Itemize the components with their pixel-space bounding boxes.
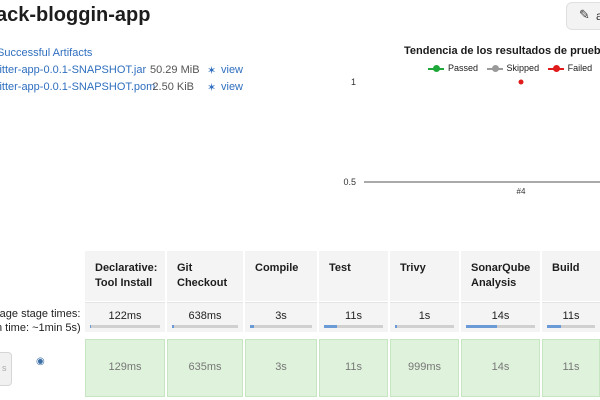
- build-badge-text: s: [2, 363, 7, 373]
- average-times-label: rage stage times: n time: ~1min 5s): [0, 307, 81, 335]
- avg-bar-fill: [250, 325, 255, 328]
- stage-run-cell[interactable]: 129ms: [85, 339, 165, 397]
- stage-average: 11s: [542, 302, 600, 332]
- legend-dot: [491, 65, 499, 72]
- stage-run-cell[interactable]: 11s: [542, 339, 600, 397]
- stage-average: 3s: [245, 302, 317, 332]
- avg-label-line: rage stage times:: [0, 308, 81, 320]
- view-link[interactable]: view: [221, 64, 243, 76]
- stage-run-cell[interactable]: 11s: [319, 339, 388, 397]
- stage-header: Build: [542, 251, 600, 301]
- artifact-size: 2.50 KiB: [152, 81, 194, 93]
- stage-name: Declarative:: [95, 262, 158, 274]
- run-duration: 635ms: [188, 361, 222, 373]
- stage-name: Build: [552, 262, 580, 274]
- run-duration: 14s: [491, 361, 510, 373]
- build-badge[interactable]: s: [0, 352, 12, 386]
- avg-bar-fill: [90, 325, 91, 328]
- stage-header: SonarQube Analysis: [461, 251, 540, 301]
- avg-value: 638ms: [188, 310, 222, 322]
- stage-header: Test: [319, 251, 388, 301]
- legend-dot: [552, 65, 560, 72]
- stage-name: Checkout: [177, 277, 228, 289]
- chart-title: Tendencia de los resultados de prueb: [404, 45, 600, 57]
- stage-name: Analysis: [471, 277, 517, 289]
- run-duration: 3s: [275, 361, 287, 373]
- avg-bar: [250, 325, 312, 328]
- run-duration: 129ms: [108, 361, 142, 373]
- avg-bar: [547, 325, 595, 328]
- avg-bar-fill: [547, 325, 562, 328]
- artifact-link[interactable]: litter-app-0.0.1-SNAPSHOT.pom: [0, 81, 155, 93]
- stage-average: 1s: [390, 302, 459, 332]
- avg-bar: [466, 325, 535, 328]
- avg-value: 14s: [491, 310, 510, 322]
- artifact-link[interactable]: litter-app-0.0.1-SNAPSHOT.jar: [0, 64, 146, 76]
- fingerprint-icon[interactable]: ✶: [207, 64, 216, 77]
- edit-description-button[interactable]: ✎ a: [566, 2, 600, 30]
- avg-label-line: n time: ~1min 5s): [0, 322, 81, 334]
- stage-run-cell[interactable]: 14s: [461, 339, 540, 397]
- run-duration: 999ms: [407, 361, 442, 373]
- avg-bar: [324, 325, 383, 328]
- avg-bar-fill: [172, 325, 174, 328]
- edit-button-label: a: [596, 9, 600, 23]
- stage-average: 11s: [319, 302, 388, 332]
- test-trend-chart: 1 0.5 #4: [343, 77, 600, 196]
- expand-circle-icon[interactable]: ◉: [36, 356, 45, 367]
- x-tick-label: #4: [517, 187, 526, 196]
- run-duration: 11s: [562, 361, 580, 373]
- avg-bar: [90, 325, 160, 328]
- y-tick-label: 0.5: [343, 177, 356, 187]
- stage-header: Compile: [245, 251, 317, 301]
- stage-header: Git Checkout: [167, 251, 243, 301]
- fingerprint-icon[interactable]: ✶: [207, 81, 216, 94]
- pencil-icon: ✎: [579, 7, 590, 22]
- stage-average: 638ms: [167, 302, 243, 332]
- avg-bar: [172, 325, 238, 328]
- avg-value: 1s: [418, 310, 431, 322]
- stage-name: Tool Install: [95, 277, 153, 289]
- artifact-size: 50.29 MiB: [150, 64, 200, 76]
- avg-value: 3s: [275, 310, 287, 322]
- view-link[interactable]: view: [221, 81, 243, 93]
- artifacts-heading[interactable]: Successful Artifacts: [0, 47, 92, 59]
- stage-name: Compile: [255, 262, 299, 274]
- stage-name: Test: [329, 262, 351, 274]
- stage-name: Git: [177, 262, 193, 274]
- avg-value: 11s: [345, 310, 362, 322]
- avg-value: 11s: [562, 310, 580, 322]
- legend-dot: [433, 65, 440, 72]
- stage-name: SonarQube: [471, 262, 531, 274]
- avg-bar-fill: [466, 325, 498, 328]
- avg-value: 122ms: [108, 310, 142, 322]
- y-tick-label: 1: [351, 77, 356, 87]
- stage-name: Trivy: [400, 262, 426, 274]
- stage-header: Declarative: Tool Install: [85, 251, 165, 301]
- run-duration: 11s: [345, 361, 362, 373]
- avg-bar-fill: [324, 325, 337, 328]
- stage-run-cell[interactable]: 635ms: [167, 339, 243, 397]
- stage-run-cell[interactable]: 3s: [245, 339, 317, 397]
- page-title: ack-bloggin-app: [0, 4, 151, 26]
- data-point-failed[interactable]: [518, 79, 524, 85]
- stage-header: Trivy: [390, 251, 459, 301]
- avg-bar-fill: [395, 325, 397, 328]
- avg-bar: [395, 325, 454, 328]
- stage-average: 122ms: [85, 302, 165, 332]
- stage-average: 14s: [461, 302, 540, 332]
- stage-run-cell[interactable]: 999ms: [390, 339, 459, 397]
